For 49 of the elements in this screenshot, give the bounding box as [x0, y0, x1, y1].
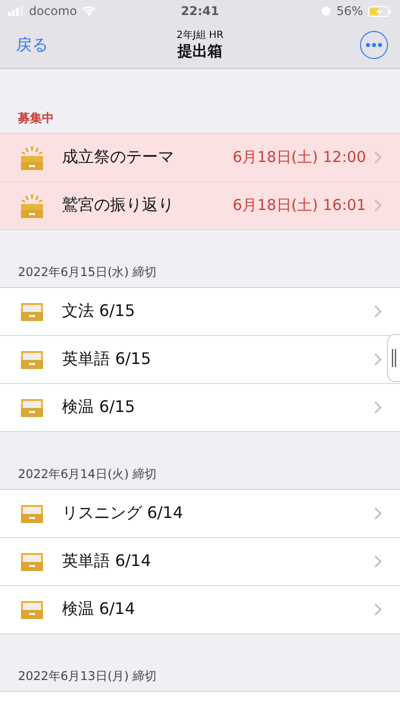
- list-row[interactable]: 英単語 6/15: [0, 336, 400, 384]
- row-title: 検温 6/14: [62, 599, 136, 620]
- list-row[interactable]: 英単語 6/14: [0, 538, 400, 586]
- list-row[interactable]: 検温 6/15: [0, 384, 400, 432]
- deadline-text: 6月18日(土) 12:00: [232, 148, 366, 167]
- chevron-icon: [374, 555, 382, 568]
- side-handle[interactable]: [387, 334, 400, 382]
- deadline-text: 6月18日(土) 16:01: [232, 196, 366, 215]
- signal-icon: [8, 6, 24, 16]
- chevron-icon: [374, 151, 382, 164]
- chevron-icon: [374, 199, 382, 212]
- list-row[interactable]: 文法 6/15: [0, 288, 400, 336]
- section-header: 2022年6月14日(火) 締切: [18, 466, 157, 483]
- nav-title: 提出箱: [178, 42, 222, 61]
- battery-icon: [368, 6, 392, 16]
- more-button[interactable]: [360, 31, 388, 59]
- chevron-icon: [374, 603, 382, 616]
- tray-icon: [18, 302, 46, 322]
- clock-time: 22:41: [180, 4, 220, 18]
- list-row[interactable]: 検温 6/14: [0, 586, 400, 634]
- tray-icon: [18, 504, 46, 524]
- section-header: 募集中: [18, 110, 54, 127]
- tray-icon: [18, 600, 46, 620]
- tray-icon: [18, 552, 46, 572]
- chevron-icon: [374, 305, 382, 318]
- wifi-icon: [82, 6, 96, 16]
- nav-subtitle: 2年J組 HR: [176, 29, 224, 42]
- list-row[interactable]: リスニング 6/14: [0, 490, 400, 538]
- chevron-icon: [374, 353, 382, 366]
- list-row[interactable]: 成立祭のテーマ 6月18日(土) 12:00: [0, 134, 400, 182]
- tray-icon: [18, 398, 46, 418]
- section-header: 2022年6月13日(月) 締切: [18, 668, 157, 685]
- row-title: 英単語 6/14: [62, 551, 152, 572]
- row-title: 成立祭のテーマ: [62, 147, 175, 168]
- row-title: 文法 6/15: [62, 301, 136, 322]
- more-icon: [366, 43, 382, 47]
- chevron-icon: [374, 401, 382, 414]
- tray-sparkle-icon: [18, 192, 46, 218]
- tray-icon: [18, 350, 46, 370]
- row-title: 英単語 6/15: [62, 349, 152, 370]
- tray-sparkle-icon: [18, 144, 46, 170]
- row-title: リスニング 6/14: [62, 503, 184, 524]
- battery-percent: 56%: [336, 4, 363, 18]
- section-header: 2022年6月15日(水) 締切: [18, 264, 157, 281]
- carrier-name: docomo: [29, 4, 77, 18]
- chevron-icon: [374, 507, 382, 520]
- row-title: 鷲宮の振り返り: [62, 195, 175, 216]
- list-row[interactable]: 鷲宮の振り返り 6月18日(土) 16:01: [0, 182, 400, 230]
- row-title: 検温 6/15: [62, 397, 136, 418]
